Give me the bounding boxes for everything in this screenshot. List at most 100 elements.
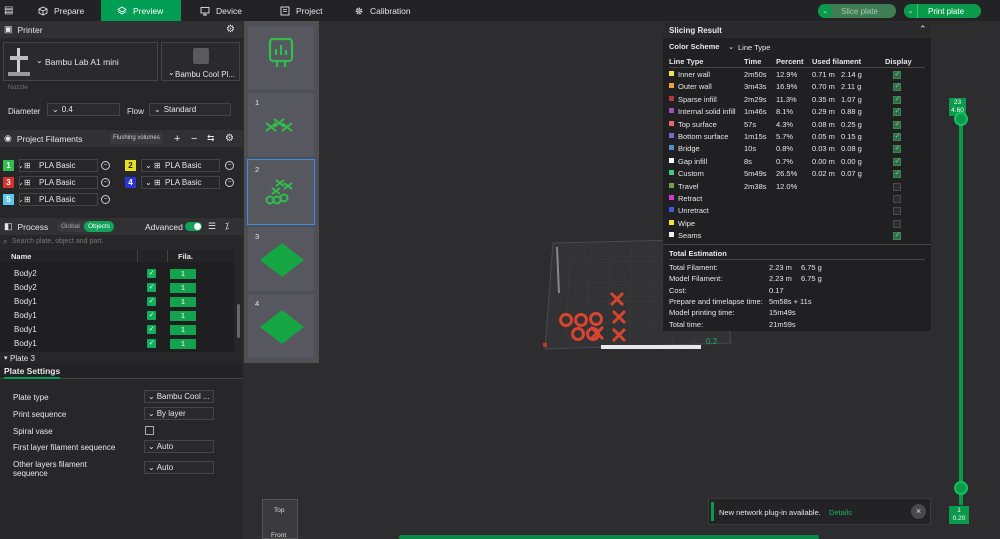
printer-settings-icon[interactable]: ⚙ <box>226 24 235 35</box>
display-checkbox[interactable]: ✓ <box>893 83 901 92</box>
object-filament[interactable]: 1 <box>170 297 196 307</box>
object-filament[interactable]: 1 <box>170 311 196 321</box>
plate-type-select[interactable]: ⌄ Bambu Cool ... <box>144 390 214 403</box>
display-checkbox[interactable]: ✓ <box>893 145 901 154</box>
filament-settings-icon[interactable]: ⚙ <box>225 133 234 144</box>
object-visible-checkbox[interactable]: ✓ <box>147 311 156 320</box>
object-filament[interactable]: 1 <box>170 269 196 279</box>
object-row[interactable]: Body1 ✓ 1 <box>0 337 234 351</box>
color-scheme-select[interactable]: ⌄ Line Type <box>726 41 826 53</box>
slice-plate-button[interactable]: ⌄ Slice plate <box>818 4 896 18</box>
remove-filament-icon[interactable]: − <box>225 161 234 170</box>
object-row[interactable]: Body1 ✓ 1 <box>0 323 234 337</box>
remove-filament-icon[interactable]: − <box>101 161 110 170</box>
line-weight: 2.14 g <box>841 70 862 79</box>
remove-filament-icon[interactable]: − <box>101 195 110 204</box>
tab-device[interactable]: Device <box>186 0 256 21</box>
remove-icon[interactable]: − <box>191 133 197 145</box>
object-row[interactable]: Body2 ✓ 1 <box>0 281 234 295</box>
line-type-label: Bridge <box>678 144 700 154</box>
other-layers-sequence-select[interactable]: ⌄ Auto <box>144 461 214 474</box>
percent-icon[interactable]: ⁒ <box>225 221 229 232</box>
advanced-label: Advanced <box>145 221 183 232</box>
filament-item[interactable]: 3 ⌄ ⊞ PLA Basic − <box>3 176 113 189</box>
slicing-row: Top surface 57s 4.3% 0.08 m 0.25 g ✓ <box>669 120 927 132</box>
list-icon[interactable]: ☰ <box>208 221 216 232</box>
remove-filament-icon[interactable]: − <box>225 178 234 187</box>
object-visible-checkbox[interactable]: ✓ <box>147 339 156 348</box>
spiral-vase-checkbox[interactable] <box>145 426 154 435</box>
advanced-toggle[interactable] <box>185 222 202 231</box>
objects-option[interactable]: Objects <box>84 221 114 232</box>
filament-number: 5 <box>3 194 14 205</box>
view-cube-top[interactable]: Top <box>274 507 284 514</box>
close-icon[interactable]: × <box>911 504 926 519</box>
bottom-layer-handle[interactable] <box>954 481 968 495</box>
slicing-result-header: Slicing Result ⌃ <box>663 22 931 38</box>
remove-filament-icon[interactable]: − <box>101 178 110 187</box>
display-checkbox[interactable] <box>893 182 901 191</box>
plate-thumbnail[interactable]: 3 <box>248 227 314 291</box>
top-layer-handle[interactable] <box>954 112 968 126</box>
collapse-icon[interactable]: ⌃ <box>919 24 927 35</box>
object-visible-checkbox[interactable]: ✓ <box>147 325 156 334</box>
tab-project[interactable]: Project <box>268 0 338 21</box>
line-type-label: Outer wall <box>678 82 712 92</box>
display-checkbox[interactable]: ✓ <box>893 108 901 117</box>
filament-icon: ◉ <box>4 133 12 143</box>
chevron-down-icon: ⌄ <box>148 463 155 472</box>
object-visible-checkbox[interactable]: ✓ <box>147 269 156 278</box>
view-cube[interactable]: Top Front <box>262 499 298 539</box>
flow-select[interactable]: ⌄ Standard <box>149 103 231 116</box>
display-checkbox[interactable]: ✓ <box>893 71 901 79</box>
display-checkbox[interactable]: ✓ <box>893 157 901 166</box>
plate-type-selector[interactable]: ⌄ Bambu Cool Pl... <box>161 42 240 81</box>
search-input[interactable]: Search plate, object and part. <box>12 238 103 245</box>
display-checkbox[interactable] <box>893 207 901 216</box>
object-list-scrollbar[interactable] <box>237 304 240 338</box>
display-checkbox[interactable] <box>893 195 901 203</box>
flushing-volumes-button[interactable]: Flushing volumes <box>110 133 163 144</box>
object-visible-checkbox[interactable]: ✓ <box>147 297 156 306</box>
object-filament[interactable]: 1 <box>170 283 196 293</box>
display-checkbox[interactable]: ✓ <box>893 133 901 141</box>
display-checkbox[interactable]: ✓ <box>893 170 901 179</box>
notification-details-link[interactable]: Details <box>829 508 852 517</box>
tab-prepare[interactable]: Prepare <box>26 0 98 21</box>
plate-thumbnail[interactable]: 1 <box>248 93 314 157</box>
filament-item[interactable]: 4 ⌄ ⊞ PLA Basic − <box>125 176 235 189</box>
print-plate-button[interactable]: ⌄ Print plate <box>904 4 981 18</box>
layer-slider[interactable]: 23 4.60 1 0.20 <box>937 98 981 539</box>
plate-thumbnail-selected[interactable]: 2 <box>247 159 315 225</box>
first-layer-sequence-select[interactable]: ⌄ Auto <box>144 440 214 453</box>
plate-thumbnail[interactable] <box>248 26 314 90</box>
object-filament[interactable]: 1 <box>170 339 196 349</box>
display-checkbox[interactable]: ✓ <box>893 232 901 241</box>
object-row[interactable]: Body2 ✓ 1 <box>0 267 234 281</box>
horizontal-move-slider[interactable] <box>399 535 819 539</box>
global-objects-toggle[interactable]: Global Objects <box>57 221 114 232</box>
sync-icon[interactable]: ⇆ <box>207 133 215 144</box>
printer-selector[interactable]: ⌄ Bambu Lab A1 mini <box>3 42 158 81</box>
display-checkbox[interactable]: ✓ <box>893 95 901 104</box>
global-option[interactable]: Global <box>61 223 80 230</box>
tab-calibration[interactable]: Calibration <box>342 0 422 21</box>
filament-item[interactable]: 1 ⌄ ⊞ PLA Basic − <box>3 159 113 172</box>
view-cube-front[interactable]: Front <box>271 532 286 539</box>
add-icon[interactable]: + <box>174 133 180 145</box>
display-checkbox[interactable]: ✓ <box>893 120 901 129</box>
object-row[interactable]: Body1 ✓ 1 <box>0 309 234 323</box>
print-sequence-select[interactable]: ⌄ By layer <box>144 407 214 420</box>
tab-preview[interactable]: Preview <box>101 0 181 21</box>
object-row[interactable]: Body1 ✓ 1 <box>0 295 234 309</box>
diameter-select[interactable]: ⌄ 0.4 <box>47 103 120 116</box>
search-bar[interactable]: ⌕ Search plate, object and part. <box>3 237 235 248</box>
filament-item[interactable]: 2 ⌄ ⊞ PLA Basic − <box>125 159 235 172</box>
plate-thumbnail[interactable]: 4 <box>248 294 314 358</box>
filament-item[interactable]: 5 ⌄ ⊞ PLA Basic − <box>3 193 113 206</box>
object-filament[interactable]: 1 <box>170 325 196 335</box>
menu-button[interactable]: ▤ <box>0 0 20 21</box>
object-visible-checkbox[interactable]: ✓ <box>147 283 156 292</box>
display-checkbox[interactable] <box>893 219 901 228</box>
line-type-color-swatch <box>669 157 674 163</box>
